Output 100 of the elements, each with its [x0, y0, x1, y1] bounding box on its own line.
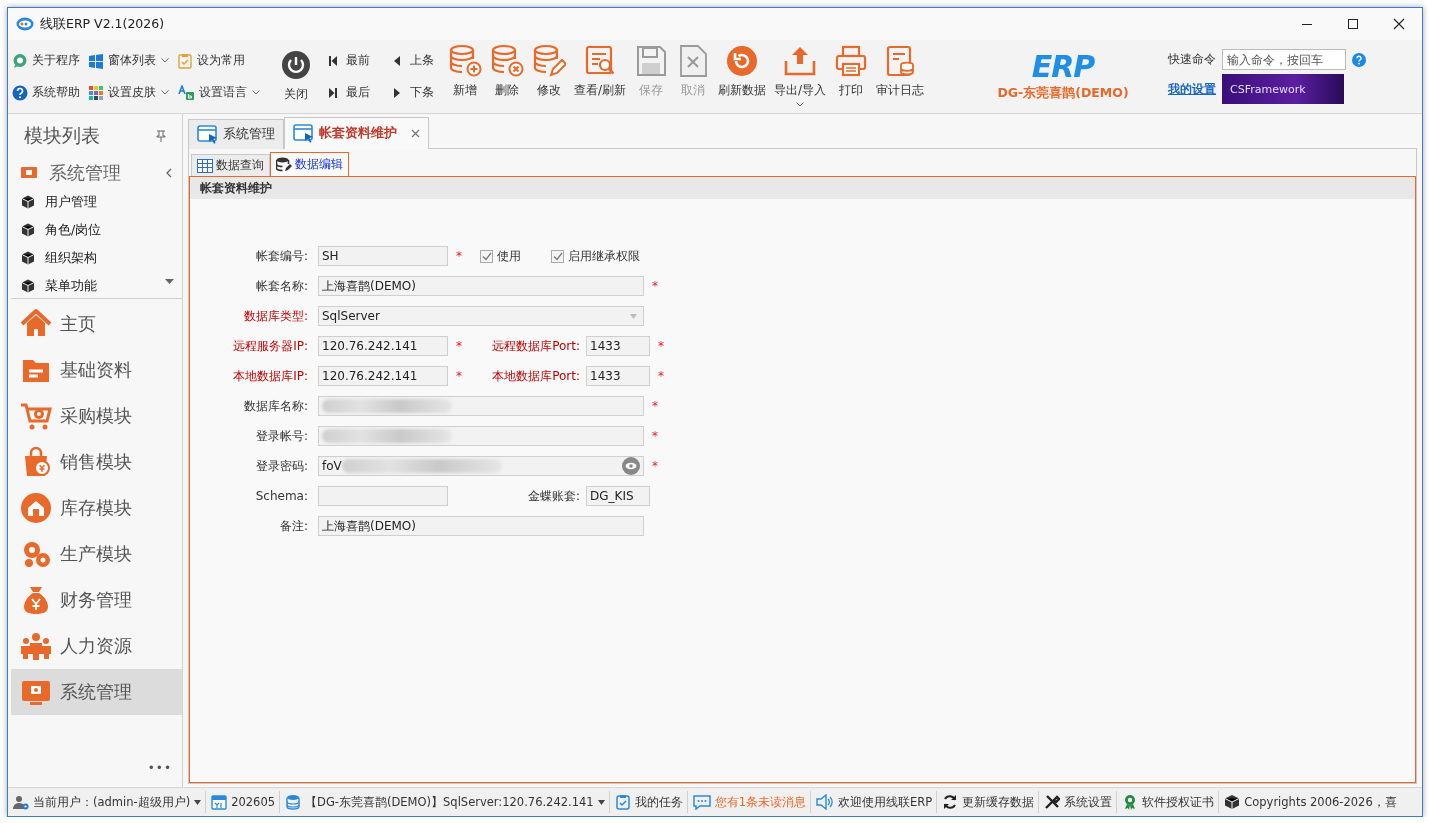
- database-add-icon: [448, 44, 482, 78]
- more-button[interactable]: •••: [147, 761, 172, 775]
- module-item[interactable]: 主页: [11, 301, 182, 347]
- status-item[interactable]: 欢迎使用线联ERP: [811, 791, 938, 813]
- field-label: 帐套编号:: [254, 247, 308, 265]
- toolbar-button[interactable]: 打印: [830, 44, 873, 106]
- message-icon: [692, 794, 711, 810]
- text-field[interactable]: 1433: [586, 336, 650, 356]
- sidebar-item[interactable]: 角色/岗位: [11, 216, 182, 244]
- ribbon-menu-button[interactable]: 系统帮助: [10, 80, 82, 105]
- text-field[interactable]: 上海喜鹊(DEMO): [318, 516, 644, 536]
- status-item[interactable]: 更新缓存数据: [937, 791, 1040, 813]
- task-clipboard-icon: [614, 794, 631, 810]
- sidebar-group-header[interactable]: 系统管理: [11, 158, 182, 188]
- module-item[interactable]: 系统管理: [11, 669, 182, 715]
- status-item[interactable]: 当前用户：(admin-超级用户): [8, 791, 207, 813]
- module-item[interactable]: 基础资料: [11, 347, 182, 393]
- database-delete-icon: [490, 44, 524, 78]
- module-item[interactable]: 采购模块: [11, 393, 182, 439]
- module-item[interactable]: 销售模块: [11, 439, 182, 485]
- help-icon: [1352, 52, 1366, 67]
- grid-icon: [197, 158, 213, 173]
- quick-command-field[interactable]: 输入命令，按回车: [1222, 49, 1346, 70]
- toolbar-button[interactable]: 审计日志: [872, 44, 929, 106]
- refresh-icon: [942, 794, 959, 810]
- record-nav-button[interactable]: 上条: [390, 49, 436, 72]
- text-field[interactable]: 120.76.242.141: [318, 336, 448, 356]
- status-item[interactable]: 系统设置: [1039, 791, 1118, 813]
- field-label: 登录帐号:: [254, 427, 308, 445]
- checkbox-label: 使用: [497, 247, 521, 265]
- cube-icon: [21, 251, 35, 265]
- database-edit-icon: [276, 157, 292, 172]
- checkbox-label: 启用继承权限: [568, 247, 640, 265]
- text-field[interactable]: SH: [318, 246, 448, 266]
- required-mark: *: [657, 369, 665, 383]
- required-mark: *: [455, 369, 463, 383]
- text-field[interactable]: 上海喜鹊(DEMO): [318, 276, 644, 296]
- database-edit-icon: [532, 44, 566, 78]
- previous-icon: [392, 54, 402, 67]
- form-title: 帐套资料维护: [200, 179, 272, 197]
- status-item[interactable]: 我的任务: [609, 791, 688, 813]
- document-tab[interactable]: 系统管理: [188, 119, 284, 149]
- toolbar-button[interactable]: 查看/刷新: [570, 44, 631, 106]
- sidebar-item[interactable]: 菜单功能: [11, 272, 182, 298]
- checkbox[interactable]: [551, 249, 564, 263]
- erp-logo: ERP: [1031, 51, 1095, 83]
- framework-banner[interactable]: CSFramework: [1222, 74, 1344, 104]
- record-nav-button[interactable]: 最后: [326, 81, 372, 104]
- close-module-button[interactable]: 关闭: [276, 40, 316, 113]
- database-icon: [285, 794, 302, 810]
- text-field[interactable]: [318, 486, 448, 506]
- window-title: 线联ERP V2.1(2026): [40, 15, 166, 33]
- module-item[interactable]: 财务管理: [11, 577, 182, 623]
- sidebar-item[interactable]: 用户管理: [11, 188, 182, 216]
- document-tab[interactable]: 帐套资料维护: [284, 117, 429, 149]
- dropdown-field[interactable]: SqlServer: [318, 306, 644, 326]
- text-field[interactable]: DG_KIS: [586, 486, 650, 506]
- my-settings-link[interactable]: 我的设置: [1168, 80, 1216, 98]
- field-label: 登录密码:: [254, 457, 308, 475]
- required-mark: *: [651, 459, 659, 473]
- language-icon: [177, 84, 195, 101]
- toolbar-button[interactable]: 导出/导入: [770, 44, 831, 106]
- field-label: 数据库名称:: [242, 397, 308, 415]
- status-item[interactable]: Copyrights 2006-2026，喜: [1219, 791, 1401, 813]
- toolbar-button[interactable]: 删除: [486, 44, 528, 106]
- people-icon: [20, 630, 52, 662]
- quick-command-label: 快速命令: [1168, 51, 1216, 68]
- toolbar-button[interactable]: 修改: [528, 44, 570, 106]
- toolbar-button[interactable]: 刷新数据: [714, 44, 771, 106]
- toolbar-button[interactable]: 新增: [444, 44, 486, 106]
- ribbon-menu-button[interactable]: 设置皮肤: [86, 80, 171, 105]
- status-item[interactable]: 【DG-东莞喜鹊(DEMO)】SqlServer:120.76.242.141: [280, 791, 610, 813]
- warehouse-icon: [20, 492, 52, 524]
- ribbon-menu-button[interactable]: 关于程序: [10, 48, 82, 73]
- ribbon-menu-button[interactable]: 窗体列表: [86, 48, 171, 73]
- text-field[interactable]: 1433: [586, 366, 650, 386]
- pin-icon: [156, 130, 166, 142]
- color-grid-icon: [88, 84, 104, 101]
- close-icon: [1393, 18, 1405, 30]
- text-field[interactable]: [318, 426, 644, 446]
- text-field[interactable]: 120.76.242.141: [318, 366, 448, 386]
- module-item[interactable]: 生产模块: [11, 531, 182, 577]
- sidebar-item[interactable]: 组织架构: [11, 244, 182, 272]
- module-item[interactable]: 库存模块: [11, 485, 182, 531]
- text-field[interactable]: [318, 396, 644, 416]
- status-item[interactable]: 202605: [206, 791, 281, 813]
- record-nav-button[interactable]: 最前: [326, 49, 372, 72]
- ribbon-menu-button[interactable]: 设置语言: [175, 80, 262, 105]
- view-tab[interactable]: 数据查询: [191, 154, 270, 176]
- view-tab[interactable]: 数据编辑: [270, 152, 349, 176]
- status-item[interactable]: 软件授权证书: [1117, 791, 1220, 813]
- tools-icon: [1044, 794, 1061, 810]
- module-item[interactable]: 人力资源: [11, 623, 182, 669]
- checkbox[interactable]: [480, 249, 493, 263]
- ribbon-menu-button[interactable]: 设为常用: [175, 48, 262, 73]
- caret-icon: [630, 313, 637, 319]
- record-nav-button[interactable]: 下条: [390, 81, 436, 104]
- field-label: 远程服务器IP:: [232, 337, 308, 355]
- power-icon: [281, 50, 311, 80]
- password-field[interactable]: foV: [318, 456, 644, 476]
